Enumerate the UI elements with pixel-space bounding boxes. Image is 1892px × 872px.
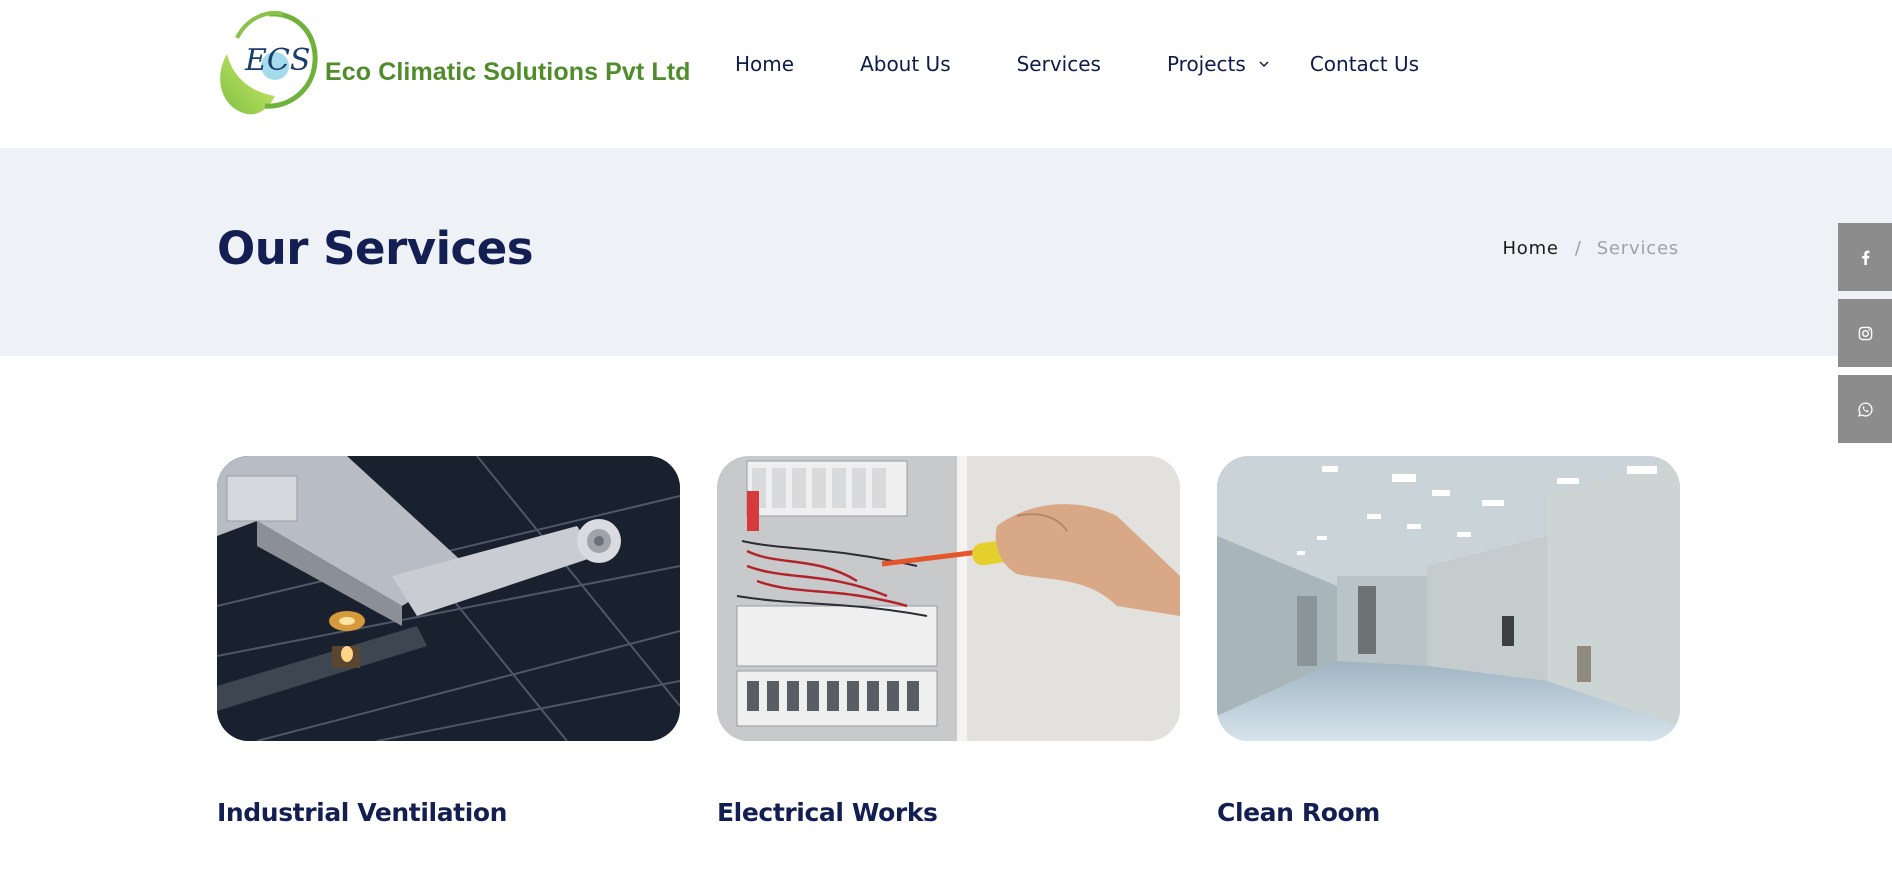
whatsapp-icon [1857, 401, 1873, 417]
service-title[interactable]: Industrial Ventilation [217, 798, 507, 827]
breadcrumb-home-link[interactable]: Home [1502, 238, 1558, 259]
facebook-button[interactable] [1838, 223, 1892, 291]
clean-room-image[interactable] [1217, 456, 1680, 741]
social-sidebar [1838, 223, 1892, 451]
electrical-works-image[interactable] [717, 456, 1180, 741]
instagram-icon [1858, 326, 1872, 340]
service-card-industrial-ventilation[interactable]: Industrial Ventilation [217, 456, 680, 827]
logo-leaf-icon: ECS [220, 11, 318, 115]
nav-projects[interactable]: Projects [1167, 52, 1270, 76]
service-card-clean-room[interactable]: Clean Room [1217, 456, 1680, 827]
whatsapp-button[interactable] [1838, 375, 1892, 443]
service-card-electrical-works[interactable]: Electrical Works [717, 456, 1180, 827]
breadcrumb: Home / Services [1502, 238, 1679, 259]
site-header: ECS Eco Climatic Solutions Pvt Ltd Home … [0, 0, 1892, 148]
breadcrumb-current: Services [1596, 238, 1679, 259]
nav-home[interactable]: Home [735, 52, 794, 76]
services-grid: Industrial Ventilation Electrical Works … [217, 456, 1680, 872]
nav-contact-us[interactable]: Contact Us [1310, 52, 1419, 76]
facebook-icon [1861, 250, 1869, 265]
main-nav: Home About Us Services Projects Contact … [735, 52, 1419, 76]
service-title[interactable]: Electrical Works [717, 798, 938, 827]
page-banner: Our Services Home / Services [0, 148, 1892, 356]
breadcrumb-separator: / [1574, 238, 1582, 259]
service-title[interactable]: Clean Room [1217, 798, 1380, 827]
instagram-button[interactable] [1838, 299, 1892, 367]
svg-text:ECS: ECS [244, 43, 310, 78]
industrial-ventilation-image[interactable] [217, 456, 680, 741]
site-logo[interactable]: ECS Eco Climatic Solutions Pvt Ltd [217, 8, 690, 118]
nav-services[interactable]: Services [1017, 52, 1101, 76]
logo-text: Eco Climatic Solutions Pvt Ltd [325, 57, 691, 86]
chevron-down-icon [1259, 61, 1269, 68]
nav-about-us[interactable]: About Us [860, 52, 951, 76]
page-title: Our Services [217, 222, 534, 275]
